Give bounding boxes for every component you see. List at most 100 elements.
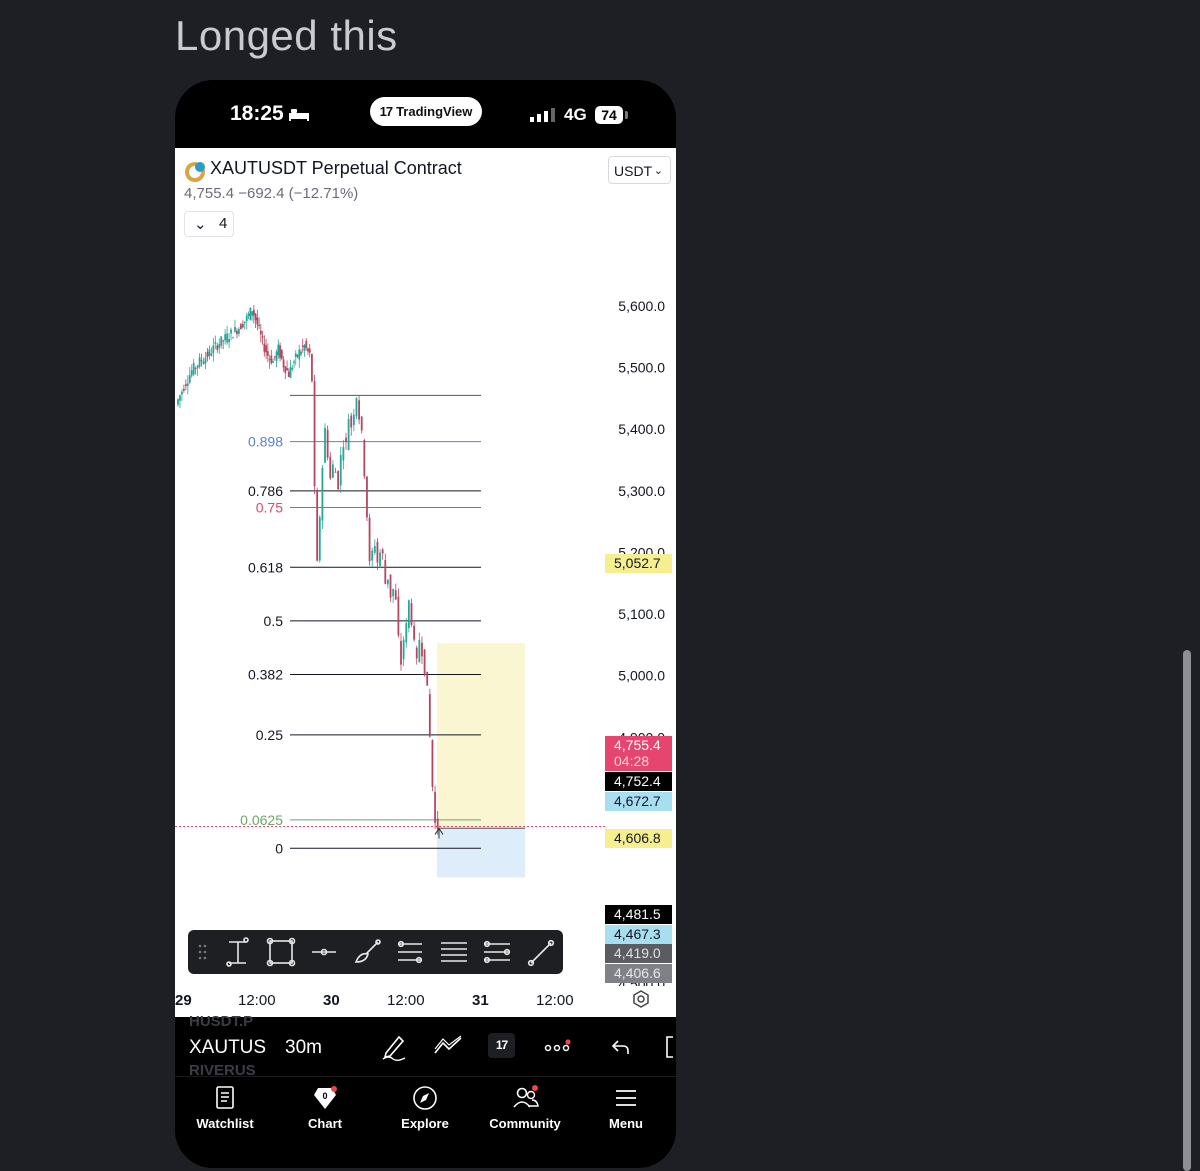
candle-body [200,360,203,362]
price-axis-label: 5,000.0 [618,668,665,684]
fib-level-label: 0.618 [248,559,283,575]
candle-body [206,351,209,358]
candle-body [421,642,423,657]
indicators-collapse-button[interactable]: ⌄ 4 [184,211,234,237]
candle-body [423,649,426,676]
candle-body [226,333,229,343]
candle-body [363,440,366,477]
symbol-bar: HUSDT.P RIVERUS XAUTUS 30m 17 [175,1013,676,1079]
indicator-count: 4 [219,215,228,232]
battery-tip [625,111,628,119]
candle-body [352,414,355,426]
symbol-quote: 4,755.4 −692.4 (−12.71%) [184,185,359,202]
rectangle-tool-icon [266,937,296,967]
tab-label: Chart [308,1116,342,1131]
symbol-selector[interactable]: XAUTUS [189,1037,266,1059]
price-badge: 4,672.7 [605,792,672,811]
candle-body [188,375,191,383]
candle-body [321,467,324,521]
trend-line-tool-icon [527,939,555,967]
phone-screenshot: 18:25 17 TradingView 4G 74 0.898 0.786 0.7… [175,80,676,1168]
more-options-icon[interactable] [544,1039,572,1055]
currency-button[interactable]: USDT ⌄ [608,156,671,184]
candle-body [228,339,230,343]
candle-body [410,603,413,625]
bed-icon [289,109,309,121]
compass-icon [413,1086,437,1110]
take-profit-zone [437,643,525,829]
time-label: 12:00 [387,992,425,1009]
tab-explore[interactable]: Explore [375,1077,475,1147]
fullscreen-icon[interactable] [663,1035,676,1059]
price-badge: 4,467.3 [605,925,672,944]
candle-body [266,351,269,356]
text-cursor-tool-icon [226,937,249,967]
candle-body [392,588,395,597]
tradingview-pill[interactable]: 17 TradingView [370,97,482,126]
price-badge: 4,481.5 [605,905,672,924]
candle-body [337,471,340,490]
time-label: 29 [175,992,192,1009]
candle-body [220,336,223,346]
candle-body [334,471,337,473]
candle-body [192,363,195,375]
candle-body [179,395,181,401]
candle-body [381,549,384,554]
candle-body [426,671,429,686]
candle-body [316,491,319,561]
tab-community[interactable]: Community [475,1077,575,1147]
fib-level-label: 0.25 [256,727,283,743]
candle-body [289,367,292,378]
candle-body [194,367,197,369]
candle-body [350,415,353,428]
fib-level-label: 0.786 [248,483,283,499]
tab-menu[interactable]: Menu [576,1077,676,1147]
candle-body [402,639,405,660]
candle-body [212,345,215,354]
drawing-toolbar[interactable] [188,930,563,974]
tab-label: Watchlist [196,1116,254,1131]
candle-body [308,348,311,353]
chart-area[interactable]: 0.898 0.786 0.75 0.618 0.5 0.382 0.25 0.0625 0 5,… [175,148,676,1017]
candle-body [224,334,227,341]
price-chart[interactable]: 0.898 0.7860.75 0.618 0.5 0.382 0.25 0.0625 0 5,… [175,148,676,986]
price-axis-label: 5,600.0 [618,298,665,314]
candle-body [263,343,266,352]
fib-retracement-tool-icon [397,940,423,964]
candle-body [239,324,242,330]
candle-body [389,574,392,598]
candle-body [360,416,363,431]
page-scrollbar[interactable] [1183,650,1191,1171]
candle-body [186,383,189,386]
tab-label: Explore [401,1116,449,1131]
undo-icon[interactable] [611,1037,631,1057]
currency-label: USDT [614,163,653,179]
candle-body [181,391,183,395]
interval-selector[interactable]: 30m [285,1037,322,1059]
bottom-tab-bar: Watchlist 0 Chart Explore Community Menu [175,1076,676,1168]
candle-body [237,329,240,334]
candle-body [214,342,217,344]
indicators-icon[interactable] [433,1035,463,1057]
candle-body [347,419,350,450]
symbol-title[interactable]: XAUTUSDT Perpetual Contract [210,158,462,179]
candle-body [270,355,273,364]
watchlist-icon [216,1086,234,1109]
tab-watchlist[interactable]: Watchlist [175,1077,275,1147]
candle-body [313,381,316,487]
candle-body [305,340,308,348]
tradingview-logo-icon[interactable]: 17 [488,1033,515,1058]
candle-body [252,309,255,316]
settings-gear-icon[interactable] [632,990,650,1008]
tab-chart[interactable]: 0 Chart [275,1077,375,1147]
candle-body [379,552,381,567]
price-badge: 4,406.6 [605,964,672,983]
drawing-pen-icon[interactable] [381,1033,407,1061]
candle-body [291,368,294,370]
candle-body [318,517,321,561]
fib-level-label: 0 [275,840,283,856]
candle-body [373,545,376,553]
candle-body [204,357,207,364]
time-label: 30 [323,992,340,1009]
brush-tool-icon [354,939,381,963]
